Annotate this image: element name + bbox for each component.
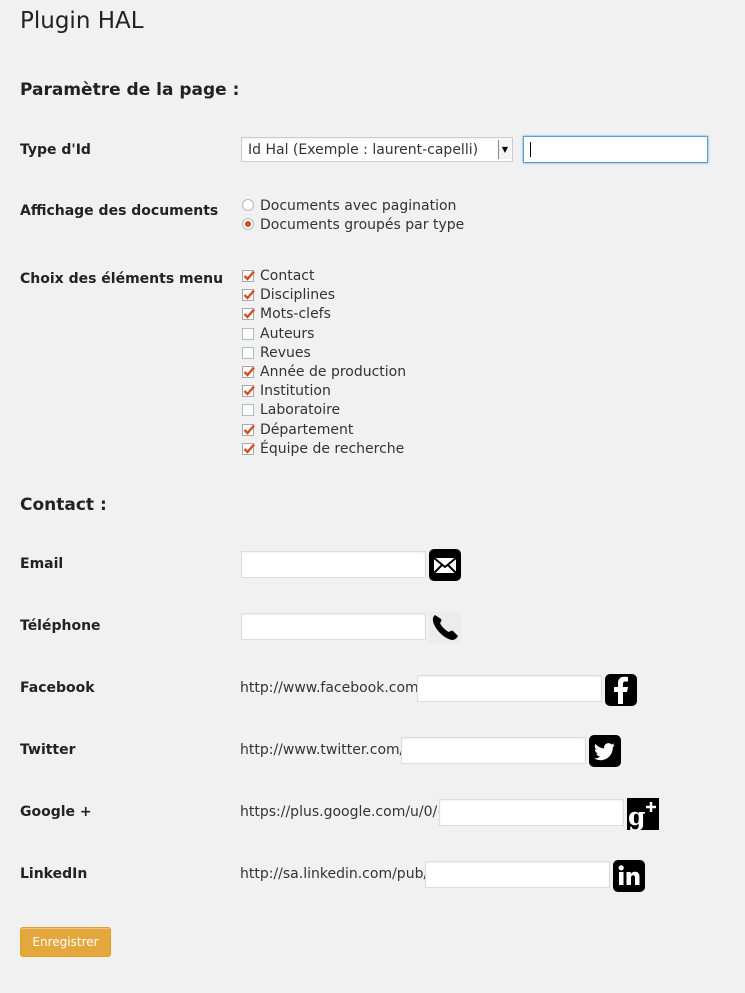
linkedin-field[interactable] — [425, 861, 610, 888]
google-plus-field[interactable] — [439, 799, 624, 826]
checkbox-2[interactable] — [242, 308, 255, 320]
facebook-prefix: http://www.facebook.com/ — [240, 680, 424, 696]
checkmark-icon — [243, 443, 255, 454]
email-field[interactable] — [241, 551, 426, 578]
radio-grouped-label[interactable]: Documents groupés par type — [260, 217, 464, 233]
svg-text:g: g — [628, 802, 645, 830]
menu-label: Choix des éléments menu — [20, 271, 224, 287]
menu-item-label[interactable]: Institution — [260, 383, 331, 399]
text-caret — [530, 142, 531, 157]
id-type-label: Type d'Id — [20, 142, 91, 158]
checkbox-5[interactable] — [242, 366, 255, 378]
google-plus-icon: g — [627, 798, 659, 830]
phone-icon — [429, 611, 461, 643]
menu-item-label[interactable]: Laboratoire — [260, 402, 340, 418]
radio-pagination[interactable] — [242, 199, 254, 211]
id-type-select[interactable]: Id Hal (Exemple : laurent-capelli) ▼ — [241, 137, 513, 162]
twitter-icon — [589, 735, 621, 767]
twitter-field[interactable] — [401, 737, 586, 764]
envelope-icon — [429, 549, 461, 581]
menu-item-label[interactable]: Année de production — [260, 364, 406, 380]
radio-grouped[interactable] — [242, 218, 254, 230]
facebook-icon — [605, 674, 637, 706]
phone-label: Téléphone — [20, 618, 101, 634]
id-type-selected: Id Hal (Exemple : laurent-capelli) — [248, 142, 479, 158]
checkmark-icon — [243, 366, 255, 377]
google-prefix: https://plus.google.com/u/0/+ — [240, 804, 449, 820]
checkbox-3[interactable] — [242, 328, 254, 340]
email-label: Email — [20, 556, 64, 572]
menu-item-label[interactable]: Revues — [260, 345, 311, 361]
phone-field[interactable] — [241, 613, 426, 640]
menu-item-label[interactable]: Département — [260, 422, 353, 438]
chevron-down-icon: ▼ — [498, 140, 511, 159]
google-label: Google + — [20, 804, 92, 820]
checkbox-4[interactable] — [242, 347, 254, 359]
linkedin-prefix: http://sa.linkedin.com/pub/ — [240, 866, 429, 882]
facebook-label: Facebook — [20, 680, 95, 696]
checkbox-8[interactable] — [242, 424, 255, 436]
menu-item-label[interactable]: Auteurs — [260, 326, 314, 342]
linkedin-label: LinkedIn — [20, 866, 88, 882]
checkbox-9[interactable] — [242, 443, 255, 455]
section-heading-contact: Contact : — [20, 495, 107, 515]
checkmark-icon — [243, 270, 255, 281]
checkbox-6[interactable] — [242, 385, 255, 397]
checkbox-7[interactable] — [242, 404, 254, 416]
checkmark-icon — [243, 385, 255, 396]
menu-item-label[interactable]: Mots-clefs — [260, 306, 331, 322]
twitter-label: Twitter — [20, 742, 76, 758]
radio-pagination-label[interactable]: Documents avec pagination — [260, 198, 456, 214]
display-label: Affichage des documents — [20, 203, 219, 219]
save-button[interactable]: Enregistrer — [20, 927, 111, 957]
checkmark-icon — [243, 289, 255, 300]
checkmark-icon — [243, 424, 255, 435]
facebook-field[interactable] — [417, 675, 602, 702]
checkbox-0[interactable] — [242, 270, 255, 282]
page-title: Plugin HAL — [20, 8, 144, 34]
checkmark-icon — [243, 308, 255, 319]
checkbox-1[interactable] — [242, 289, 255, 301]
twitter-prefix: http://www.twitter.com/ — [240, 742, 405, 758]
menu-item-label[interactable]: Équipe de recherche — [260, 441, 404, 457]
menu-item-label[interactable]: Contact — [260, 268, 314, 284]
section-heading-page: Paramètre de la page : — [20, 80, 240, 100]
menu-item-label[interactable]: Disciplines — [260, 287, 335, 303]
id-value-input[interactable] — [523, 136, 708, 163]
linkedin-icon — [613, 860, 645, 892]
